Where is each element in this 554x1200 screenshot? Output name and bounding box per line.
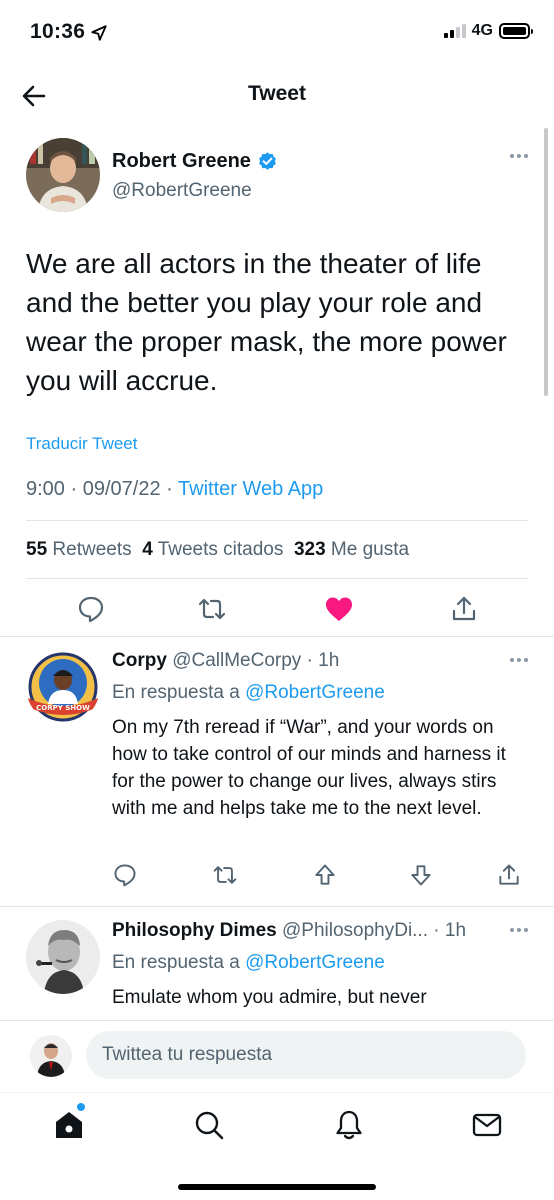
reply-avatar[interactable]: CORPY SHOW xyxy=(26,650,100,724)
author-name[interactable]: Robert Greene xyxy=(112,150,278,173)
reply-compose-bar: Twittea tu respuesta xyxy=(0,1020,554,1092)
reply-prefix: En respuesta a xyxy=(112,682,240,703)
reply-prefix: En respuesta a xyxy=(112,952,240,973)
reply-context: En respuesta a @RobertGreene xyxy=(112,682,385,704)
status-time: 10:36 xyxy=(30,20,86,43)
author-avatar[interactable] xyxy=(26,138,100,212)
reply-author-handle[interactable]: @PhilosophyDi... xyxy=(282,920,428,941)
likes-count: 323 xyxy=(293,539,326,560)
more-options-icon[interactable] xyxy=(510,928,528,932)
retweets-stat[interactable]: 55 Retweets xyxy=(26,539,132,560)
messages-icon[interactable] xyxy=(471,1109,503,1141)
reply-context: En respuesta a @RobertGreene xyxy=(112,952,385,974)
verified-badge-icon xyxy=(259,152,276,170)
location-arrow-icon xyxy=(91,25,107,41)
divider xyxy=(0,636,554,637)
home-icon[interactable] xyxy=(53,1109,85,1141)
tweet-date: 09/07/22 xyxy=(82,478,161,500)
divider xyxy=(0,906,554,907)
downvote-icon[interactable] xyxy=(408,862,434,888)
scrollbar[interactable] xyxy=(544,128,548,396)
share-icon[interactable] xyxy=(496,862,522,888)
tweet-meta: 9:00 · 09/07/22 · Twitter Web App xyxy=(26,478,323,501)
reply-icon[interactable] xyxy=(76,594,106,624)
home-notification-dot xyxy=(77,1103,85,1111)
reply-actions xyxy=(112,862,528,892)
quotes-label: Tweets citados xyxy=(157,539,284,560)
share-icon[interactable] xyxy=(449,594,479,624)
retweet-icon[interactable] xyxy=(197,594,227,624)
battery-icon xyxy=(499,23,533,39)
more-options-icon[interactable] xyxy=(510,658,528,662)
divider xyxy=(26,520,528,521)
reply-header: Philosophy Dimes @PhilosophyDi... · 1h xyxy=(112,920,466,942)
reply-text: Emulate whom you admire, but never xyxy=(112,987,427,1008)
reply-mention-link[interactable]: @RobertGreene xyxy=(245,952,385,973)
reply-icon[interactable] xyxy=(112,862,138,888)
meta-separator: · xyxy=(166,478,173,500)
signal-icon xyxy=(443,24,466,38)
reply-input[interactable]: Twittea tu respuesta xyxy=(86,1031,526,1079)
reply-author-name[interactable]: Philosophy Dimes xyxy=(112,920,277,941)
reply-author-handle[interactable]: @CallMeCorpy xyxy=(172,650,301,671)
reply-time: · 1h xyxy=(306,650,340,671)
tweet-source-link[interactable]: Twitter Web App xyxy=(178,478,323,500)
retweets-label: Retweets xyxy=(52,539,132,560)
translate-tweet-link[interactable]: Traducir Tweet xyxy=(26,434,138,454)
status-bar: 10:36 4G xyxy=(0,0,554,68)
likes-stat[interactable]: 323 Me gusta xyxy=(294,539,409,560)
quotes-count: 4 xyxy=(142,539,153,560)
author-handle[interactable]: @RobertGreene xyxy=(112,180,252,202)
tweet-text: We are all actors in the theater of life… xyxy=(26,248,507,396)
reply-author-name[interactable]: Corpy xyxy=(112,650,167,671)
search-icon[interactable] xyxy=(193,1109,225,1141)
page-title: Tweet xyxy=(248,82,306,105)
likes-label: Me gusta xyxy=(330,539,410,560)
divider xyxy=(26,578,528,579)
reply-time: · 1h xyxy=(433,920,467,941)
quotes-stat[interactable]: 4 Tweets citados xyxy=(142,539,283,560)
reply-mention-link[interactable]: @RobertGreene xyxy=(245,682,385,703)
notifications-icon[interactable] xyxy=(333,1109,365,1141)
like-filled-icon[interactable] xyxy=(324,594,354,624)
user-avatar[interactable] xyxy=(30,1035,72,1077)
network-type: 4G xyxy=(471,22,493,39)
meta-separator: · xyxy=(70,478,78,500)
retweet-icon[interactable] xyxy=(212,862,238,888)
tweet-time: 9:00 xyxy=(26,478,65,500)
header: Tweet xyxy=(0,68,554,124)
reply-header: Corpy @CallMeCorpy · 1h xyxy=(112,650,339,672)
upvote-icon[interactable] xyxy=(312,862,338,888)
tweet-stats: 55 Retweets 4 Tweets citados 323 Me gust… xyxy=(26,539,409,561)
tweet-actions xyxy=(0,582,554,634)
reply-input-placeholder: Twittea tu respuesta xyxy=(102,1044,273,1065)
corpy-logo-text: CORPY SHOW xyxy=(36,704,90,712)
retweets-count: 55 xyxy=(26,539,48,560)
status-indicators: 4G xyxy=(443,22,533,40)
more-options-icon[interactable] xyxy=(510,154,528,158)
reply-text: On my 7th reread if “War”, and your word… xyxy=(112,717,506,819)
reply-avatar[interactable] xyxy=(26,920,100,994)
author-name-text: Robert Greene xyxy=(112,150,251,172)
home-indicator xyxy=(178,1184,376,1190)
